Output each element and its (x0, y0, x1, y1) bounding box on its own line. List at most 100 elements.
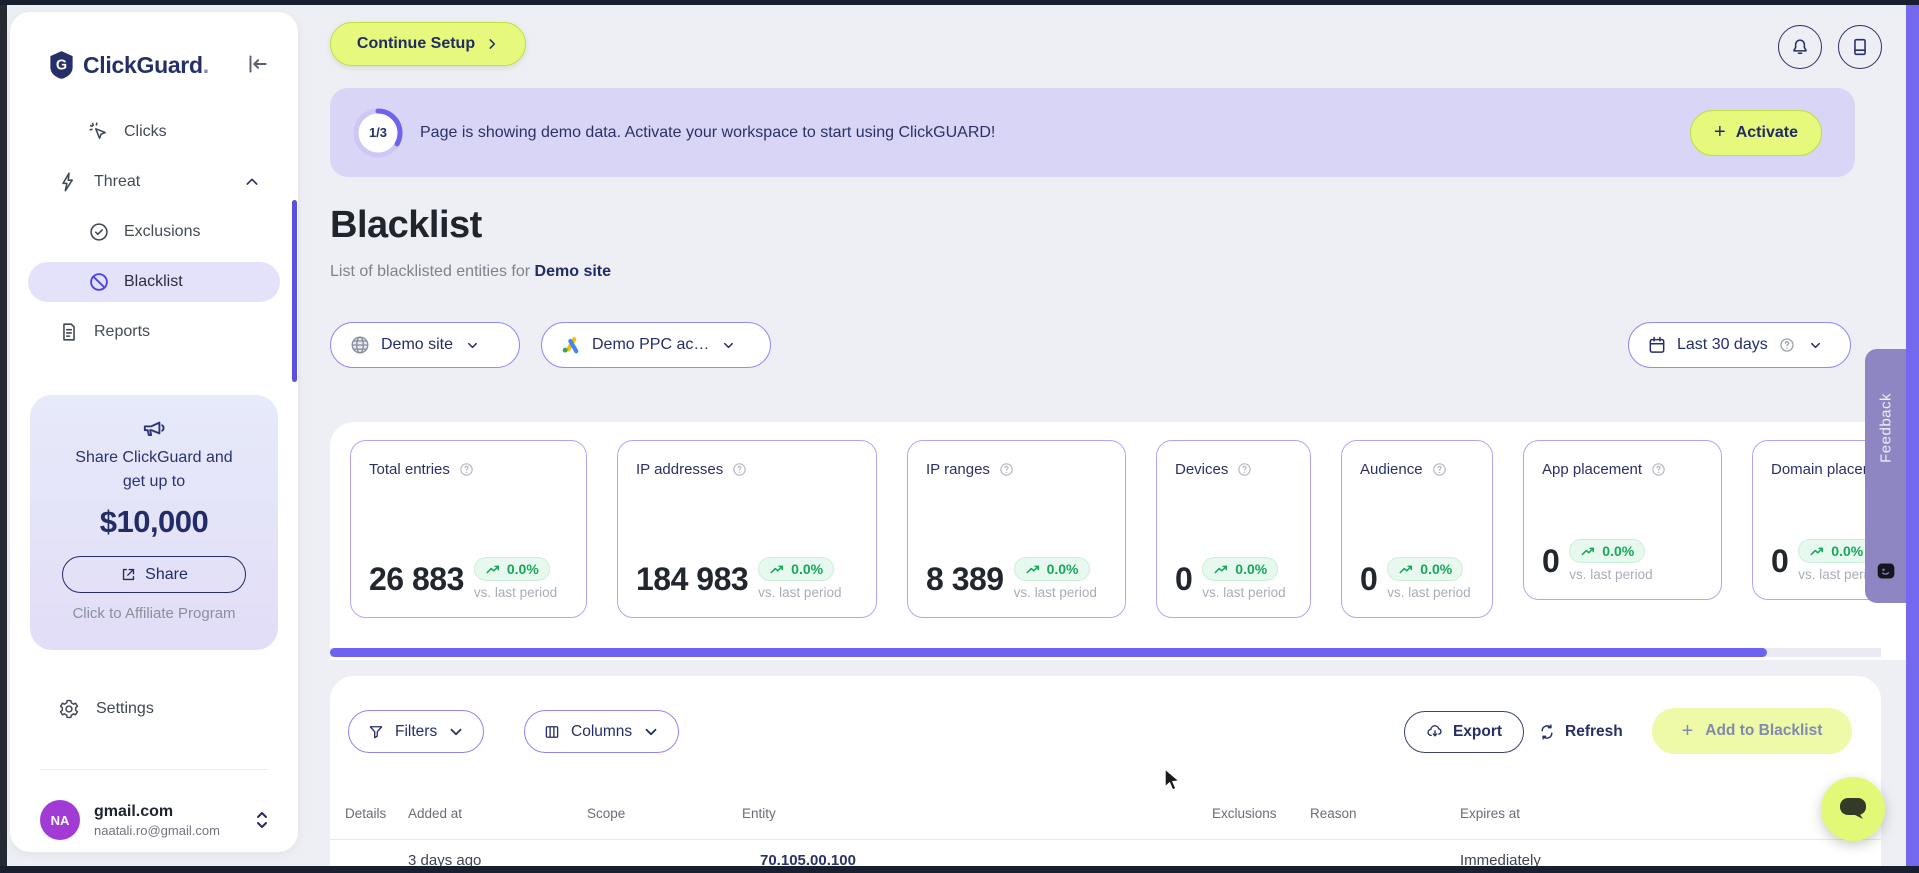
column-header-exclusions[interactable]: Exclusions (1212, 806, 1277, 821)
affiliate-caption[interactable]: Click to Affiliate Program (30, 605, 278, 622)
chevron-up-icon (244, 174, 260, 190)
sidebar-item-exclusions[interactable]: Exclusions (28, 212, 280, 252)
page-subtitle-site: Demo site (534, 263, 612, 280)
lightning-icon (58, 171, 80, 193)
stat-note: vs. last period (473, 585, 558, 600)
filters-dropdown[interactable]: Filters (348, 710, 485, 753)
stats-panel: Total entries 26 883 0.0% vs. last perio… (330, 422, 1907, 660)
sidebar-item-clicks[interactable]: Clicks (28, 112, 280, 152)
docs-button[interactable] (1838, 25, 1882, 69)
chevron-down-icon (645, 728, 657, 735)
sidebar-scrollbar[interactable] (292, 200, 297, 382)
megaphone-icon (143, 421, 165, 436)
delta-value: 0.0% (791, 561, 824, 577)
avatar: NA (40, 800, 80, 840)
column-header-details[interactable]: Details (345, 806, 386, 821)
sidebar-item-reports[interactable]: Reports (28, 312, 280, 352)
share-button[interactable]: Share (62, 556, 246, 593)
page-scrollbar[interactable] (1906, 5, 1919, 866)
trend-up-icon (1810, 547, 1824, 556)
book-icon (1854, 38, 1866, 56)
stat-card-total-entries: Total entries 26 883 0.0% vs. last perio… (350, 440, 587, 618)
sidebar-item-threat[interactable]: Threat (28, 162, 280, 202)
page-subtitle: List of blacklisted entities for Demo si… (330, 263, 611, 281)
date-range-selector[interactable]: Last 30 days (1628, 322, 1851, 368)
setup-progress-ring: 1/3 (352, 107, 404, 159)
account-switcher[interactable]: NA gmail.com naatali.ro@gmail.com (40, 798, 272, 842)
column-header-expires-at[interactable]: Expires at (1460, 806, 1520, 821)
site-selector[interactable]: Demo site (330, 322, 520, 368)
help-circle-icon[interactable] (1236, 461, 1253, 478)
affiliate-promo-card: Share ClickGuard and get up to $10,000 S… (30, 395, 278, 650)
help-circle-icon[interactable] (998, 461, 1015, 478)
logo: G ClickGuard. (48, 48, 278, 82)
stat-value: 0 (1542, 542, 1560, 579)
window-edge-left (0, 0, 7, 873)
column-header-scope[interactable]: Scope (587, 806, 625, 821)
stat-card-audience: Audience 0 0.0% vs. last period (1341, 440, 1493, 618)
stats-row: Total entries 26 883 0.0% vs. last perio… (350, 440, 1907, 618)
add-to-blacklist-button[interactable]: + Add to Blacklist (1652, 708, 1852, 754)
sidebar-item-label: Reports (94, 323, 151, 340)
stat-note: vs. last period (1387, 585, 1471, 600)
delta-value: 0.0% (506, 561, 539, 577)
gear-icon (58, 698, 80, 720)
cards-scrollbar-thumb[interactable] (330, 648, 1767, 657)
delta-badge: 0.0% (1387, 557, 1464, 581)
activate-button[interactable]: + Activate (1690, 109, 1822, 156)
chevron-down-icon (450, 728, 462, 735)
export-button[interactable]: Export (1404, 711, 1524, 753)
delta-value: 0.0% (1420, 561, 1453, 577)
delta-value: 0.0% (1235, 561, 1268, 577)
ppc-selector-label: Demo PPC ac… (592, 336, 710, 353)
account-email: naatali.ro@gmail.com (94, 822, 220, 838)
chevron-right-icon (489, 39, 496, 49)
stat-note: vs. last period (1013, 585, 1097, 600)
plus-icon: + (1681, 719, 1694, 742)
date-range-label: Last 30 days (1677, 336, 1768, 353)
chevron-down-icon (724, 342, 734, 348)
ban-icon (88, 271, 110, 293)
sidebar-item-label: Clicks (124, 123, 167, 140)
calendar-icon (1649, 336, 1665, 353)
cursor-click-icon (88, 121, 110, 143)
continue-setup-button[interactable]: Continue Setup (330, 22, 526, 66)
feedback-tab[interactable]: Feedback (1865, 349, 1907, 603)
help-circle-icon[interactable] (1650, 461, 1667, 478)
sidebar-item-label: Exclusions (124, 223, 201, 240)
sidebar-item-blacklist[interactable]: Blacklist (28, 262, 280, 302)
sidebar-item-label: Threat (94, 173, 141, 190)
delta-value: 0.0% (1602, 543, 1635, 559)
stat-card-ip-ranges: IP ranges 8 389 0.0% vs. last period (907, 440, 1126, 618)
help-circle-icon[interactable] (1431, 461, 1448, 478)
delta-badge: 0.0% (1569, 539, 1646, 563)
bell-icon (1793, 39, 1807, 55)
svg-text:G: G (56, 57, 67, 73)
chat-launcher-button[interactable] (1821, 777, 1885, 841)
columns-label: Columns (571, 722, 633, 740)
window-edge-top (0, 0, 1919, 5)
refresh-button[interactable]: Refresh (1538, 711, 1623, 753)
column-header-reason[interactable]: Reason (1310, 806, 1357, 821)
sidebar-item-settings[interactable]: Settings (58, 698, 154, 720)
stat-value: 0 (1360, 560, 1378, 597)
columns-dropdown[interactable]: Columns (524, 710, 680, 753)
stat-value: 0 (1175, 560, 1193, 597)
column-header-added-at[interactable]: Added at (408, 806, 462, 821)
demo-data-banner: 1/3 Page is showing demo data. Activate … (330, 88, 1855, 177)
notifications-button[interactable] (1778, 25, 1822, 69)
help-circle-icon[interactable] (731, 461, 748, 478)
cards-scrollbar-track[interactable] (330, 648, 1881, 657)
sidebar-collapse-icon[interactable] (244, 51, 270, 77)
delta-value: 0.0% (1831, 543, 1864, 559)
trend-up-icon (1214, 565, 1228, 574)
trend-up-icon (1399, 565, 1413, 574)
google-ads-icon (562, 337, 579, 354)
columns-icon (545, 725, 559, 738)
ppc-account-selector[interactable]: Demo PPC ac… (541, 322, 771, 368)
cloud-download-icon (1427, 725, 1442, 737)
sidebar-nav: Clicks Threat Exclusions Blacklist Repor… (28, 112, 280, 362)
account-name: gmail.com (94, 802, 174, 820)
help-circle-icon[interactable] (458, 461, 475, 478)
column-header-entity[interactable]: Entity (742, 806, 776, 821)
